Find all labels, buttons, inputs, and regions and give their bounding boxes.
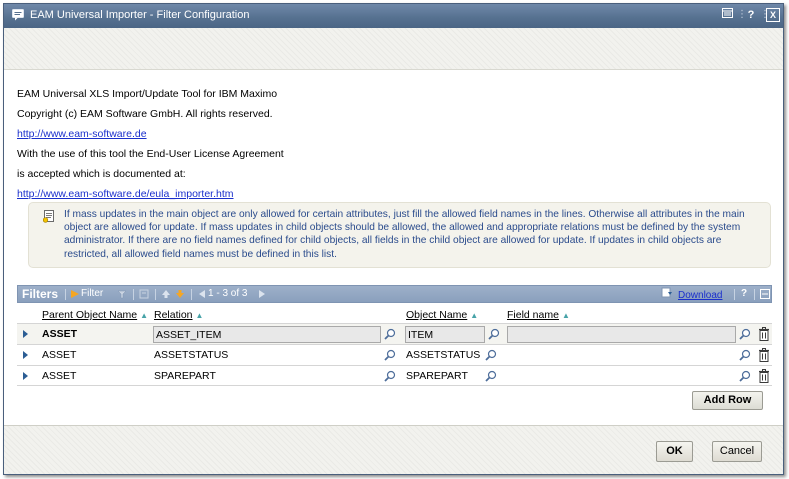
delete-row-icon[interactable]: [758, 327, 770, 341]
filter-icon[interactable]: [70, 289, 80, 299]
window-title: EAM Universal Importer - Filter Configur…: [30, 9, 250, 21]
column-header-object-name[interactable]: Object Name ▲: [406, 309, 478, 321]
product-name-text: EAM Universal XLS Import/Update Tool for…: [17, 88, 278, 100]
object-lookup-icon[interactable]: [485, 370, 497, 382]
toolbar-divider: [133, 289, 134, 300]
filters-toolbar: Filters Filter 1 - 3 of 3 Download ?: [17, 285, 772, 303]
help-icon[interactable]: ?: [744, 8, 758, 22]
relation-input[interactable]: [153, 326, 381, 343]
row-expander-icon[interactable]: [23, 372, 28, 380]
column-header-parent-object[interactable]: Parent Object Name ▲: [42, 309, 148, 321]
dialog-icon: [12, 9, 24, 21]
toolbar-divider: [65, 289, 66, 300]
filters-help-icon[interactable]: ?: [741, 288, 747, 299]
sort-icon: ▲: [470, 311, 479, 320]
object-lookup-icon[interactable]: [488, 328, 500, 340]
eula-link[interactable]: http://www.eam-software.de/eula_importer…: [17, 188, 234, 200]
sort-icon: ▲: [561, 311, 570, 320]
delete-row-icon[interactable]: [758, 348, 770, 362]
delete-row-icon[interactable]: [758, 369, 770, 383]
field-name-input[interactable]: [507, 326, 736, 343]
pagination-text: 1 - 3 of 3: [208, 288, 248, 299]
object-name-cell: ASSETSTATUS: [406, 349, 481, 361]
previous-page-arrow-icon[interactable]: [161, 289, 171, 299]
relation-lookup-icon[interactable]: [384, 370, 396, 382]
next-icon[interactable]: [257, 289, 267, 299]
parent-object-cell: ASSET: [42, 349, 77, 361]
relation-cell: ASSETSTATUS: [154, 349, 229, 361]
table-row[interactable]: ASSET ASSETSTATUS ASSETSTATUS: [17, 344, 772, 365]
row-expander-icon[interactable]: [23, 330, 28, 338]
table-row[interactable]: ASSET: [17, 323, 772, 344]
toolbar-divider: [734, 289, 735, 300]
object-lookup-icon[interactable]: [485, 349, 497, 361]
relation-lookup-icon[interactable]: [384, 349, 396, 361]
filters-title: Filters: [22, 287, 59, 301]
row-expander-icon[interactable]: [23, 351, 28, 359]
license-text: With the use of this tool the End-User L…: [17, 148, 284, 160]
filter-configuration-dialog: EAM Universal Importer - Filter Configur…: [3, 3, 784, 475]
field-lookup-icon[interactable]: [739, 328, 751, 340]
help-note: If mass updates in the main object are o…: [28, 202, 771, 268]
object-name-cell: SPAREPART: [406, 370, 468, 382]
parent-object-cell: ASSET: [42, 370, 77, 382]
title-separator: ⋮: [760, 9, 770, 20]
table-row[interactable]: ASSET SPAREPART SPAREPART: [17, 365, 772, 386]
cancel-button[interactable]: Cancel: [712, 441, 762, 462]
sort-icon: ▲: [195, 311, 204, 320]
filter-button[interactable]: Filter: [81, 288, 103, 299]
previous-icon[interactable]: [197, 289, 207, 299]
sort-icon: ▲: [140, 311, 149, 320]
clear-filter-icon[interactable]: [117, 289, 127, 299]
dialog-footer: OK Cancel: [4, 425, 783, 474]
next-page-arrow-icon[interactable]: [175, 289, 185, 299]
parent-object-cell: ASSET: [42, 328, 78, 340]
ok-button[interactable]: OK: [656, 441, 693, 462]
collapse-icon[interactable]: [760, 289, 770, 299]
note-icon: [43, 210, 54, 223]
relation-cell: SPAREPART: [154, 370, 216, 382]
relation-lookup-icon[interactable]: [384, 328, 396, 340]
toolbar-area: [4, 28, 783, 70]
column-header-relation[interactable]: Relation ▲: [154, 309, 203, 321]
bookmark-icon[interactable]: [139, 289, 149, 299]
column-header-field-name[interactable]: Field name ▲: [507, 309, 570, 321]
note-text: If mass updates in the main object are o…: [64, 209, 745, 260]
filters-table: Filters Filter 1 - 3 of 3 Download ? Par…: [17, 285, 772, 387]
toolbar-divider: [155, 289, 156, 300]
add-row-button[interactable]: Add Row: [692, 391, 763, 410]
copyright-text: Copyright (c) EAM Software GmbH. All rig…: [17, 108, 273, 120]
title-bar[interactable]: EAM Universal Importer - Filter Configur…: [4, 4, 783, 28]
object-name-input[interactable]: [405, 326, 485, 343]
download-icon[interactable]: [661, 287, 673, 299]
toolbar-divider: [191, 289, 192, 300]
company-website-link[interactable]: http://www.eam-software.de: [17, 128, 147, 140]
field-lookup-icon[interactable]: [739, 370, 751, 382]
license-text-2: is accepted which is documented at:: [17, 168, 186, 180]
download-link[interactable]: Download: [678, 290, 722, 301]
restore-icon[interactable]: [720, 8, 734, 22]
toolbar-divider: [754, 289, 755, 300]
field-lookup-icon[interactable]: [739, 349, 751, 361]
title-separator: ⋮: [737, 9, 747, 20]
close-icon[interactable]: X: [766, 8, 780, 22]
